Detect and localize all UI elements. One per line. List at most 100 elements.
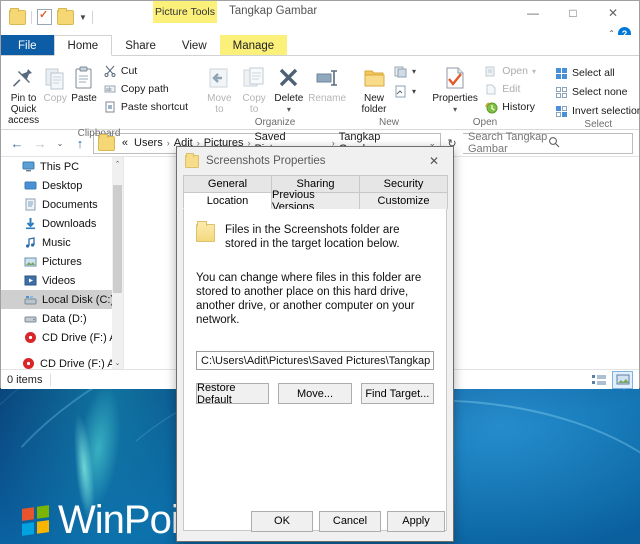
tab-manage[interactable]: Manage: [219, 35, 288, 56]
select-none-button[interactable]: Select none: [551, 84, 640, 100]
maximize-button[interactable]: □: [553, 1, 593, 25]
search-icon: [548, 136, 628, 151]
button-label: Select all: [572, 67, 615, 79]
sidebar-item-cd-drive-f-2[interactable]: CD Drive (F:) Andr: [1, 354, 123, 369]
delete-button[interactable]: Delete ▾: [272, 61, 305, 117]
new-folder-icon: [362, 63, 386, 91]
sidebar-item-label: Pictures: [42, 255, 82, 268]
sidebar-item-label: Videos: [42, 274, 76, 287]
customize-dropdown-icon[interactable]: ▼: [79, 13, 87, 22]
rename-button[interactable]: Rename: [307, 61, 347, 106]
tab-security[interactable]: Security: [359, 175, 448, 192]
easy-access-button[interactable]: ▾: [391, 83, 419, 99]
new-folder-button[interactable]: New folder: [359, 61, 389, 117]
find-target-button[interactable]: Find Target...: [360, 383, 434, 404]
ribbon-group-open: Properties ▾ Open ▾ Edit History Open: [425, 56, 545, 129]
tab-previous-versions[interactable]: Previous Versions: [271, 189, 360, 213]
tab-file[interactable]: File: [1, 35, 54, 56]
quick-access-toolbar: ▼: [9, 7, 93, 25]
sidebar-item-videos[interactable]: Videos: [1, 271, 123, 290]
close-button[interactable]: ✕: [593, 1, 633, 25]
chevron-down-icon[interactable]: ▾: [412, 87, 416, 96]
button-label: Properties: [432, 93, 478, 104]
button-label: Invert selection: [572, 105, 640, 117]
paste-shortcut-button[interactable]: Paste shortcut: [100, 99, 191, 115]
search-input[interactable]: Search Tangkap Gambar: [468, 131, 548, 155]
drive-icon: [23, 312, 37, 326]
move-button[interactable]: Move...: [278, 383, 352, 404]
invert-selection-button[interactable]: Invert selection: [551, 103, 640, 119]
button-label: Pin to Quick access: [8, 93, 40, 126]
details-view-icon[interactable]: [589, 372, 608, 388]
scroll-up-icon[interactable]: ⌃: [112, 157, 123, 170]
copy-path-button[interactable]: ab Copy path: [100, 81, 191, 97]
paste-button[interactable]: Paste: [70, 61, 98, 106]
sidebar-item-label: Local Disk (C:): [42, 293, 115, 306]
select-none-icon: [554, 85, 568, 99]
tab-share[interactable]: Share: [112, 35, 169, 56]
cancel-button[interactable]: Cancel: [319, 510, 381, 532]
move-to-button[interactable]: Move to: [203, 61, 236, 117]
tab-view[interactable]: View: [169, 35, 220, 56]
sidebar-item-music[interactable]: Music: [1, 233, 123, 252]
edit-button[interactable]: Edit: [481, 81, 539, 97]
chevron-down-icon[interactable]: ▾: [453, 104, 457, 115]
dialog-footer: OK Cancel Apply: [177, 501, 453, 541]
sidebar-item-this-pc[interactable]: This PC: [1, 157, 123, 176]
new-folder-icon[interactable]: [57, 7, 74, 25]
windows-logo-icon: [22, 504, 49, 536]
sidebar-item-desktop[interactable]: Desktop: [1, 176, 123, 195]
button-label: History: [502, 101, 535, 113]
sidebar-item-pictures[interactable]: Pictures: [1, 252, 123, 271]
scroll-down-icon[interactable]: ⌄: [112, 356, 123, 369]
button-label: Copy path: [120, 83, 169, 95]
documents-icon: [23, 198, 37, 212]
sidebar-item-cd-drive-f-1[interactable]: CD Drive (F:) An: [1, 328, 123, 347]
chevron-down-icon[interactable]: ▾: [532, 67, 536, 76]
target-path-input[interactable]: C:\Users\Adit\Pictures\Saved Pictures\Ta…: [196, 351, 434, 370]
copy-to-icon: [241, 63, 267, 91]
select-all-icon: [554, 66, 568, 80]
ribbon-group-organize: Move to Copy to Delete ▾ Rename Organize: [197, 56, 353, 129]
scissors-icon: [103, 64, 117, 78]
sidebar-item-local-disk-c[interactable]: Local Disk (C:): [1, 290, 123, 309]
history-button[interactable]: History: [481, 99, 539, 115]
button-label: Copy: [43, 93, 67, 104]
new-item-button[interactable]: ▾: [391, 63, 419, 79]
properties-button[interactable]: Properties ▾: [431, 61, 479, 117]
dialog-close-button[interactable]: ✕: [417, 148, 451, 174]
large-icons-view-icon[interactable]: [612, 370, 633, 389]
tab-customize[interactable]: Customize: [359, 192, 448, 209]
sidebar-item-data-d[interactable]: Data (D:): [1, 309, 123, 328]
chevron-down-icon[interactable]: ▾: [412, 67, 416, 76]
pin-to-quick-access-button[interactable]: Pin to Quick access: [7, 61, 40, 128]
minimize-button[interactable]: —: [513, 1, 553, 25]
ribbon-group-new: New folder ▾ ▾ New: [353, 56, 425, 129]
navigation-scrollbar[interactable]: ⌃ ⌄: [112, 157, 123, 369]
search-box[interactable]: Search Tangkap Gambar: [463, 131, 633, 155]
open-button[interactable]: Open ▾: [481, 63, 539, 79]
restore-default-button[interactable]: Restore Default: [196, 382, 270, 406]
divider: [50, 373, 52, 386]
scrollbar-thumb[interactable]: [113, 185, 122, 293]
cut-button[interactable]: Cut: [100, 63, 191, 79]
chevron-down-icon[interactable]: ▾: [287, 104, 291, 115]
desktop-icon: [23, 179, 37, 193]
copy-to-button[interactable]: Copy to: [238, 61, 271, 117]
copy-button[interactable]: Copy: [42, 61, 68, 106]
sidebar-item-label: This PC: [40, 160, 80, 173]
sidebar-item-documents[interactable]: Documents: [1, 195, 123, 214]
new-item-icon: [394, 64, 408, 78]
tab-location[interactable]: Location: [183, 192, 272, 209]
select-all-button[interactable]: Select all: [551, 65, 640, 81]
ribbon-group-select: Select all Select none Invert selection: [545, 56, 640, 130]
tab-general[interactable]: General: [183, 175, 272, 192]
clipboard-small-buttons: Cut ab Copy path Paste shortcut: [100, 61, 191, 115]
ok-button[interactable]: OK: [251, 510, 313, 532]
apply-button[interactable]: Apply: [387, 510, 445, 532]
tab-home[interactable]: Home: [53, 35, 113, 56]
sidebar-item-downloads[interactable]: Downloads: [1, 214, 123, 233]
properties-icon[interactable]: [37, 8, 52, 25]
button-label: Rename: [308, 93, 347, 104]
folder-icon[interactable]: [9, 7, 26, 25]
